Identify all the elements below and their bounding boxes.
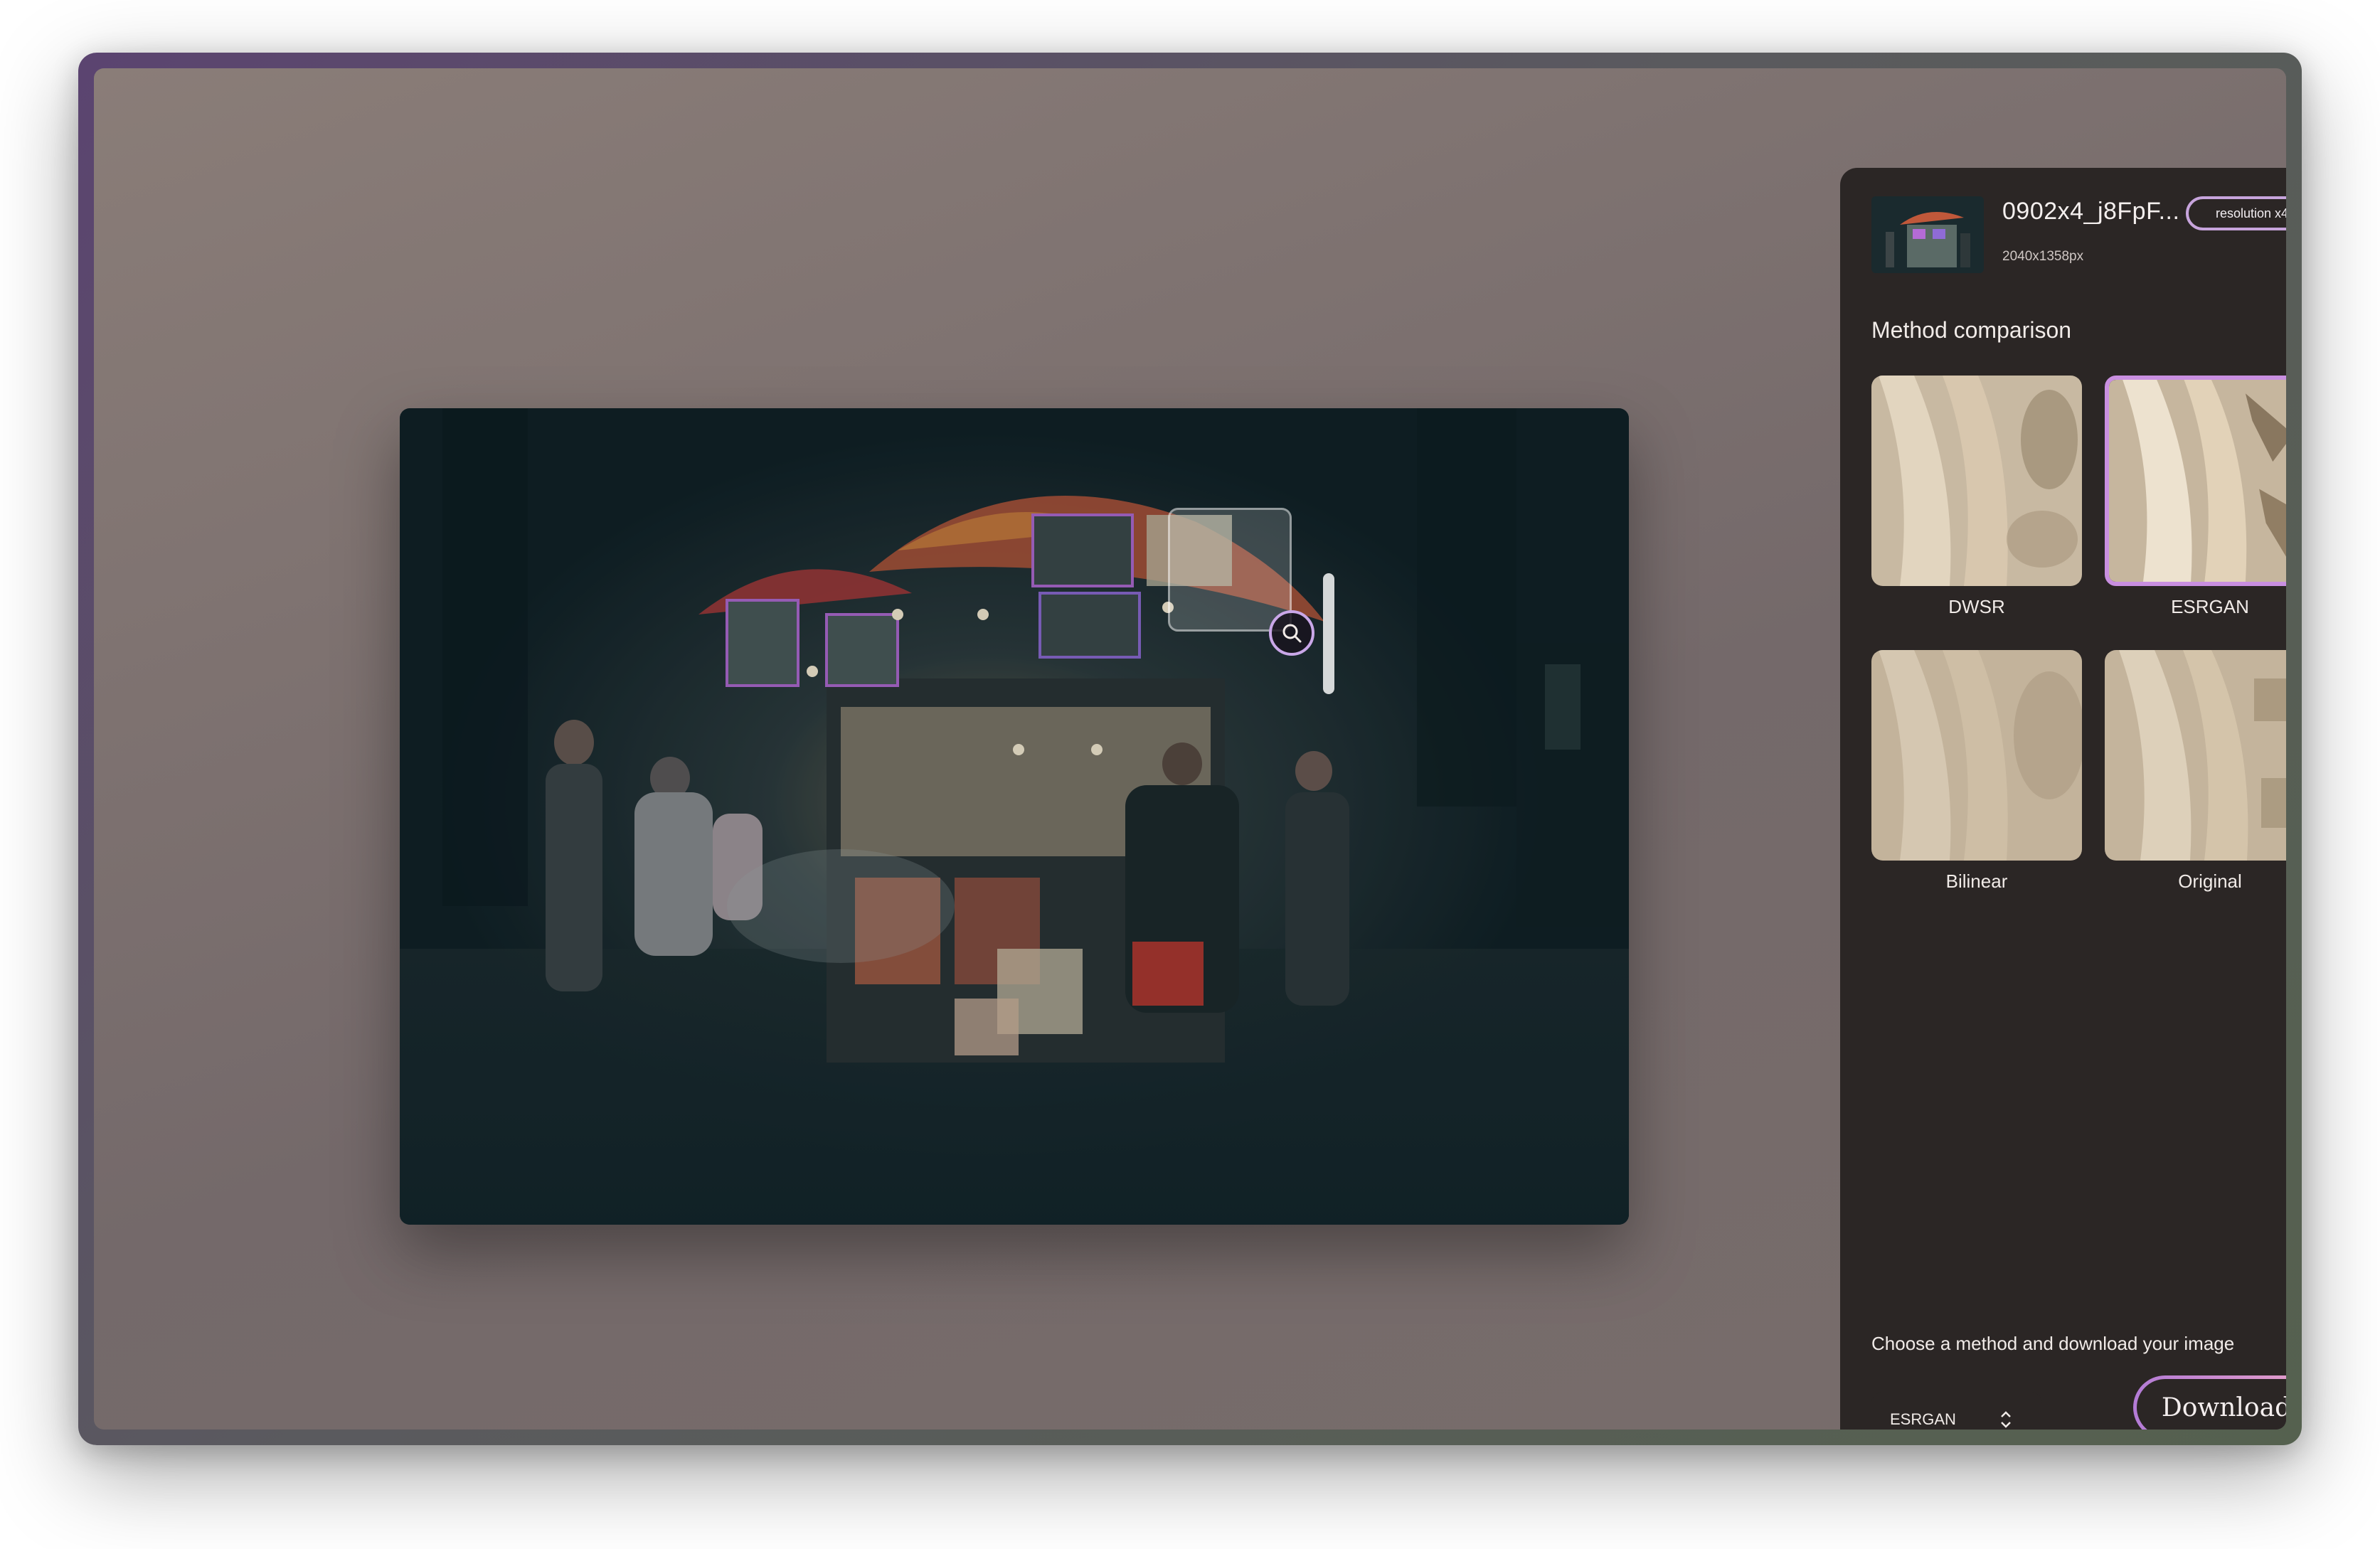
method-label: Original bbox=[2178, 871, 2242, 892]
resolution-badge: resolution x4 bbox=[2186, 196, 2286, 230]
method-preview bbox=[1871, 650, 2082, 861]
method-label: Bilinear bbox=[1945, 871, 2008, 892]
method-label: ESRGAN bbox=[2171, 596, 2249, 617]
section-title: Method comparison bbox=[1871, 317, 2072, 343]
file-name: 0902x4_j8FpF... bbox=[2002, 198, 2180, 225]
method-select[interactable]: ESRGAN bbox=[1871, 1393, 2042, 1430]
method-select-value: ESRGAN bbox=[1890, 1410, 1956, 1428]
image-thumbnail bbox=[1871, 196, 1984, 273]
download-button[interactable]: Download bbox=[2133, 1375, 2286, 1430]
image-dimensions: 2040x1358px bbox=[2002, 249, 2084, 264]
app-window: 0902x4_j8FpF... resolution x4 2040x1358p… bbox=[94, 68, 2286, 1430]
method-preview bbox=[1871, 376, 2082, 586]
download-hint: Choose a method and download your image bbox=[1871, 1333, 2235, 1354]
method-tile-esrgan[interactable]: ESRGAN bbox=[2105, 376, 2286, 618]
search-icon bbox=[1282, 624, 1302, 643]
zoom-slider[interactable] bbox=[1323, 573, 1334, 694]
method-tile-dwsr[interactable]: DWSR bbox=[1871, 376, 2082, 618]
zoom-button[interactable] bbox=[1269, 610, 1314, 656]
method-preview bbox=[2105, 650, 2286, 861]
method-tile-original[interactable]: Original bbox=[2105, 650, 2286, 893]
method-preview bbox=[2105, 376, 2286, 586]
method-label: DWSR bbox=[1948, 596, 2005, 617]
image-preview[interactable] bbox=[400, 408, 1629, 1225]
method-tile-bilinear[interactable]: Bilinear bbox=[1871, 650, 2082, 893]
zoom-lens[interactable] bbox=[1168, 508, 1292, 632]
chevron-up-down-icon bbox=[2001, 1411, 2011, 1428]
side-panel: 0902x4_j8FpF... resolution x4 2040x1358p… bbox=[1840, 168, 2286, 1430]
street-food-cart-photo bbox=[400, 408, 1629, 1225]
